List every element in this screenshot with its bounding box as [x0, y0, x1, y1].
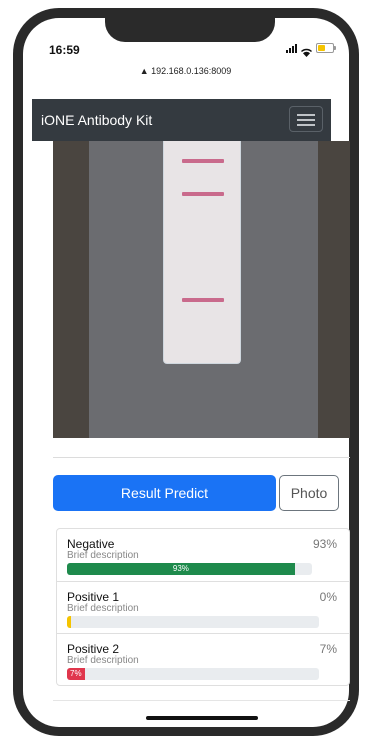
photo-button[interactable]: Photo [279, 475, 339, 511]
result-description: Brief description [67, 655, 139, 666]
divider [53, 457, 350, 458]
home-indicator [146, 716, 258, 720]
wifi-icon [301, 44, 312, 57]
result-name: Negative [67, 537, 115, 551]
result-name: Positive 2 [67, 642, 120, 656]
divider [53, 700, 350, 701]
result-percent: 7% [319, 642, 337, 656]
progress-track: 7% [67, 668, 319, 680]
test-strip-photo [53, 141, 350, 438]
progress-track: 93% [67, 563, 312, 575]
status-time: 16:59 [49, 43, 80, 57]
navbar-brand[interactable]: iONE Antibody Kit [41, 112, 152, 128]
test-strip [163, 141, 241, 364]
list-item: Negative Brief description 93% 93% [57, 529, 349, 581]
status-icons [286, 43, 336, 57]
strip-line [182, 192, 224, 196]
result-predict-button[interactable]: Result Predict [53, 475, 276, 511]
result-percent: 0% [319, 590, 337, 604]
progress-fill: 7% [67, 668, 85, 680]
progress-track [67, 616, 319, 628]
address-bar-url[interactable]: ▲ 192.168.0.136:8009 [0, 66, 371, 76]
result-percent: 93% [312, 537, 337, 551]
notch [105, 18, 275, 42]
progress-fill: 93% [67, 563, 295, 575]
result-list: Negative Brief description 93% 93% Posit… [56, 528, 350, 686]
progress-fill [67, 616, 71, 628]
hamburger-icon [297, 114, 315, 116]
result-name: Positive 1 [67, 590, 120, 604]
list-item: Positive 1 Brief description 0% [57, 581, 349, 633]
signal-icon [286, 43, 297, 53]
navbar: iONE Antibody Kit [32, 99, 331, 141]
result-description: Brief description [67, 603, 139, 614]
hamburger-menu-button[interactable] [289, 106, 323, 132]
result-description: Brief description [67, 550, 139, 561]
strip-line [182, 159, 224, 163]
list-item: Positive 2 Brief description 7% 7% [57, 633, 349, 685]
battery-icon [316, 43, 336, 53]
strip-line [182, 298, 224, 302]
